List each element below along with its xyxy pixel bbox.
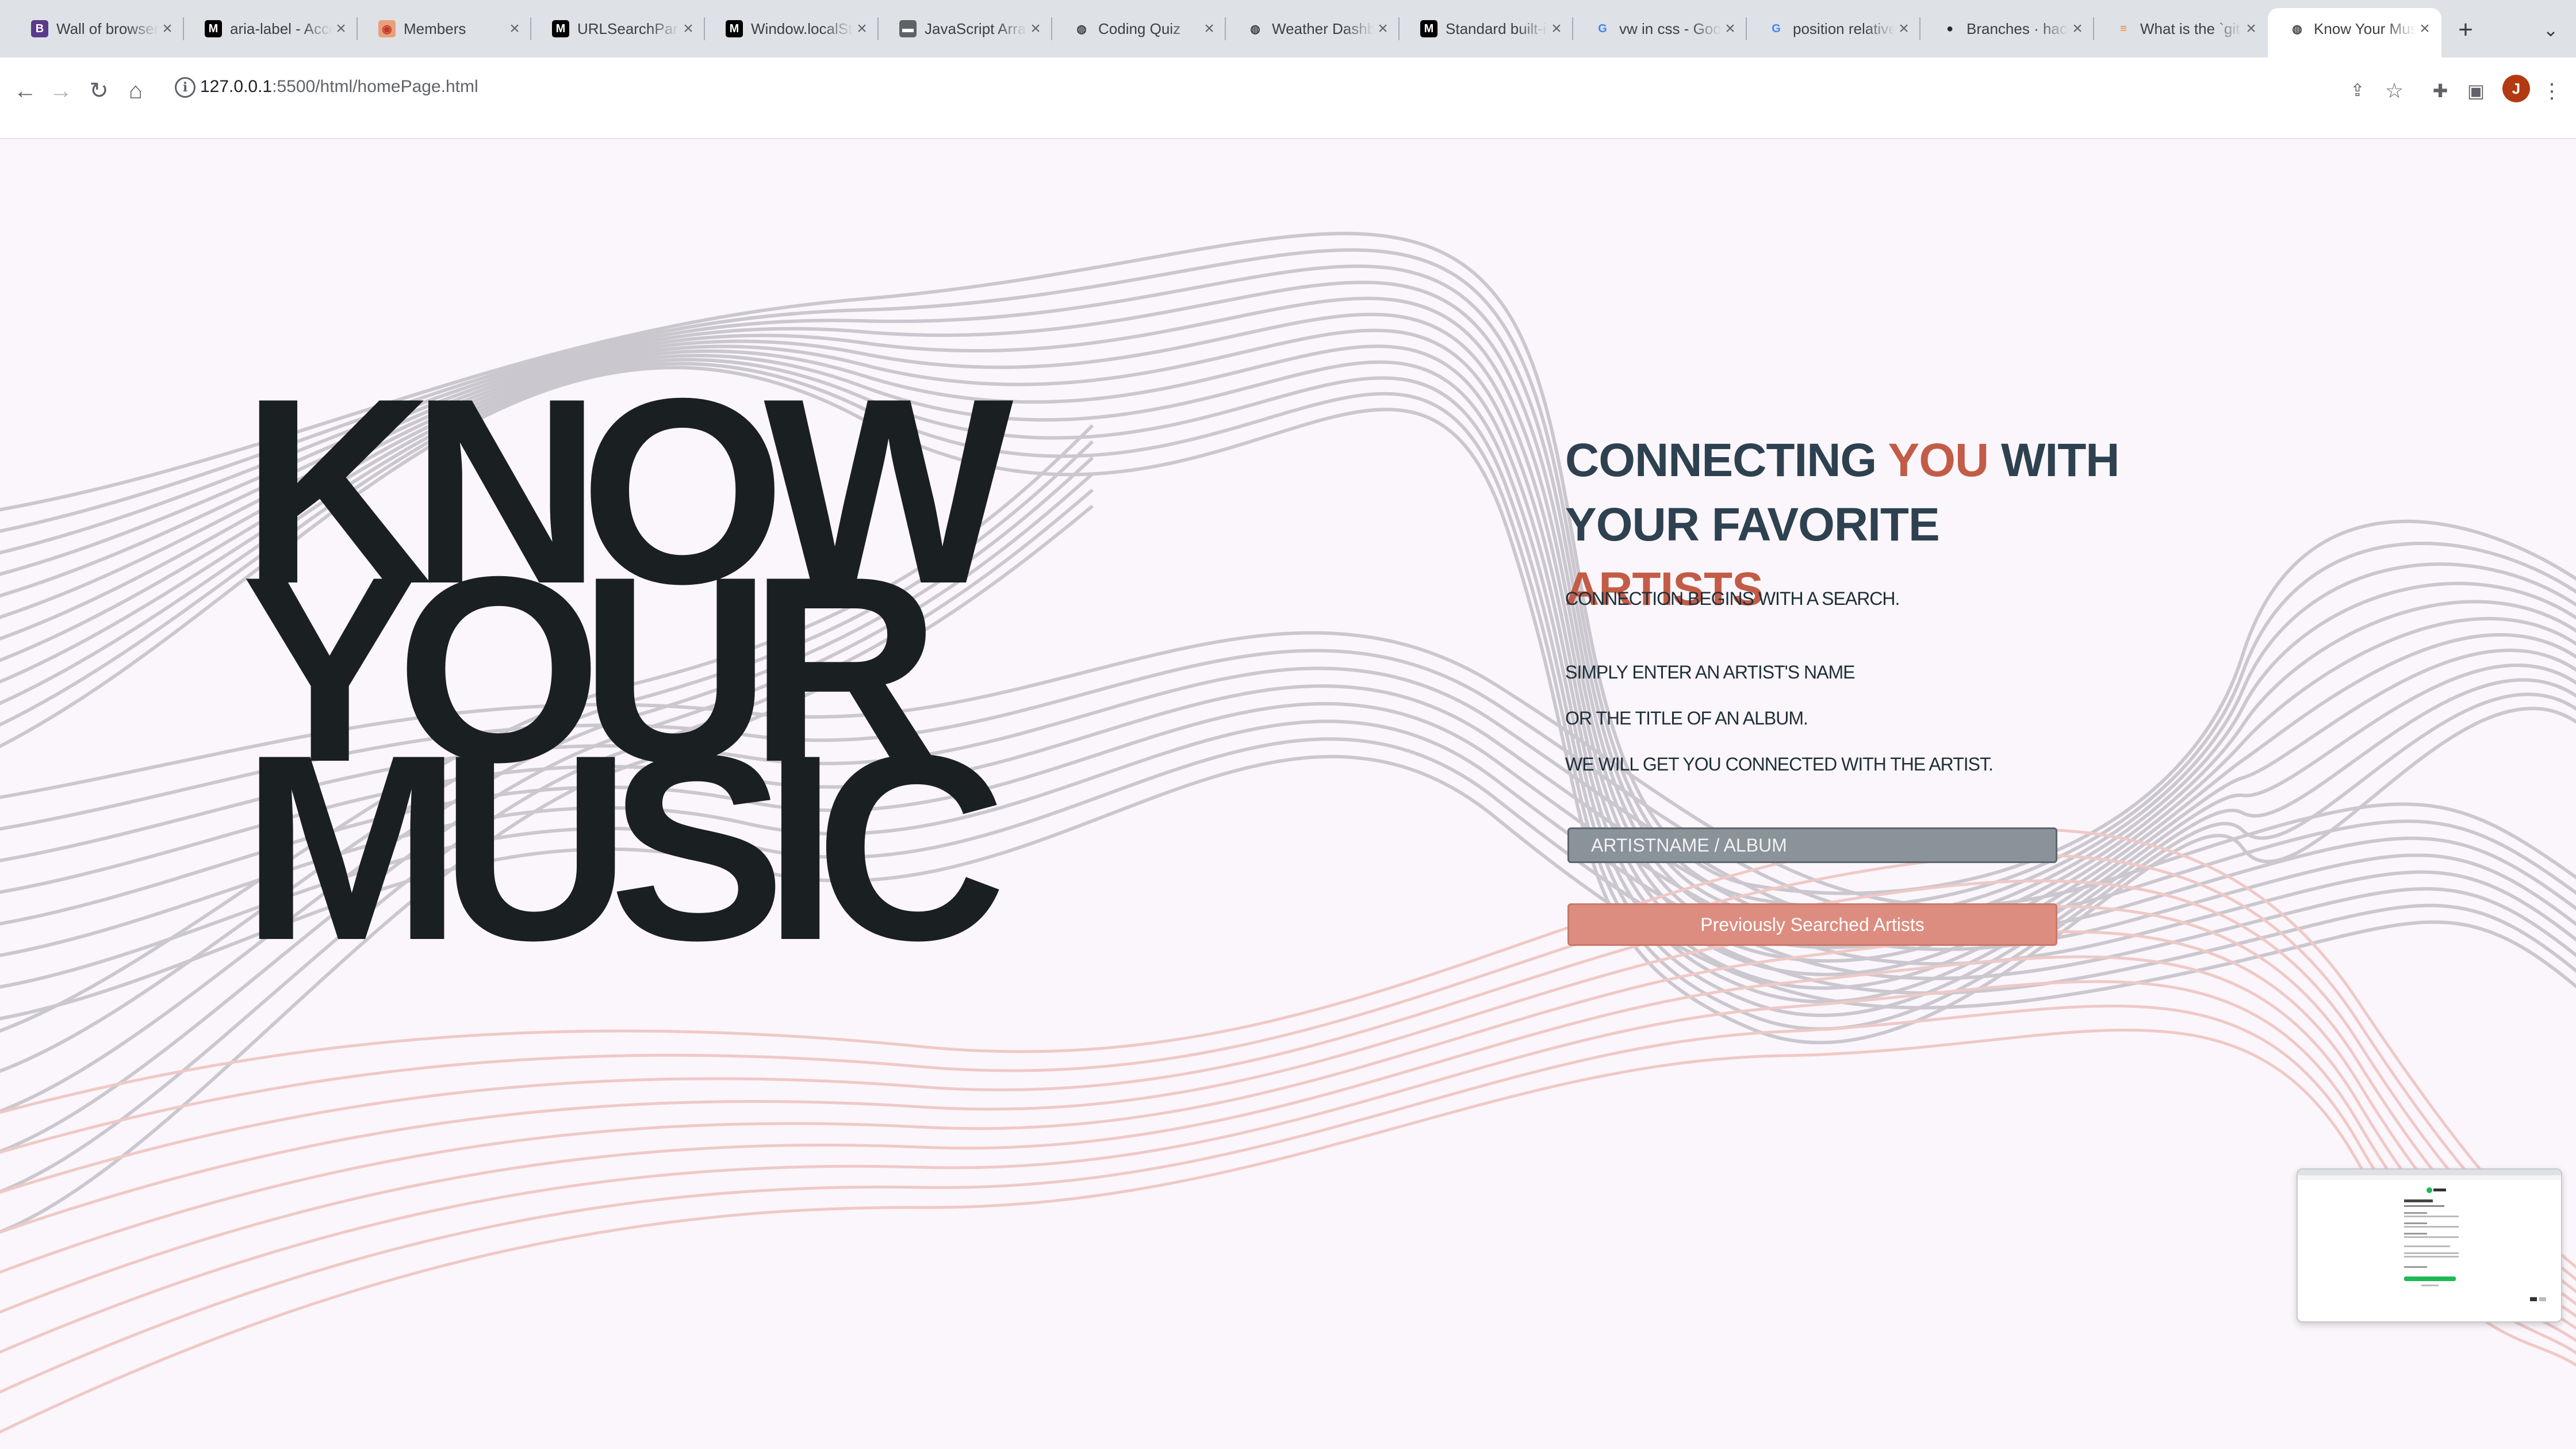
palette-icon: ◉ [378, 20, 396, 37]
previously-searched-artists-button[interactable]: Previously Searched Artists [1567, 903, 2057, 946]
browser-tab-title: What is the `git` [2140, 20, 2242, 37]
browser-tab[interactable]: M Window.localStorage× [705, 8, 879, 49]
globe-icon: ◍ [2292, 22, 2302, 36]
browser-tab-title: Coding Quiz [1098, 20, 1181, 37]
browser-tab-strip: BWall of browser bugs×Maria-label - Acce… [0, 0, 2576, 58]
browser-tab-title: Branches · hackathon [1966, 20, 2069, 37]
url-host: 127.0.0.1 [200, 77, 273, 96]
browser-tab[interactable]: ▬ JavaScript Array × [879, 8, 1052, 49]
reload-icon[interactable]: ↻ [82, 74, 116, 108]
info-icon[interactable]: i [175, 77, 195, 98]
profile-avatar[interactable]: J [2502, 75, 2530, 102]
browser-tab[interactable]: Gposition relative × [1747, 8, 1920, 49]
url-text[interactable]: 127.0.0.1:5500/html/homePage.html [200, 77, 478, 97]
browser-tab[interactable]: M URLSearchParams× [531, 8, 705, 49]
headline-line1-pre: CONNECTING [1565, 434, 1888, 486]
extensions-puzzle-icon[interactable]: ✚ [2423, 74, 2458, 108]
mdn-icon: M [726, 20, 743, 37]
close-tab-icon[interactable]: × [680, 20, 697, 37]
browser-tab-title: Window.localStorage [751, 20, 853, 37]
headline-accent-you: YOU [1888, 434, 1989, 486]
wave-line-pink [0, 980, 2576, 1354]
more-menu-icon[interactable]: ⋮ [2535, 74, 2569, 108]
browser-tab[interactable]: ◉ Members × [358, 8, 531, 49]
artist-album-search-input[interactable] [1567, 827, 2057, 863]
close-tab-icon[interactable]: × [853, 20, 871, 37]
github-icon: ● [1946, 22, 1954, 35]
browser-tab-title: aria-label - Accessibility [230, 20, 332, 37]
browser-tab[interactable]: ● Branches · hackathon× [1920, 8, 2094, 49]
globe-icon: ◍ [1076, 22, 1087, 36]
url-path: :5500/html/homePage.html [272, 77, 478, 96]
close-tab-icon[interactable]: × [332, 20, 350, 37]
close-tab-icon[interactable]: × [2069, 20, 2086, 37]
browser-tab[interactable]: ◍ Weather Dashboard× [1226, 8, 1400, 49]
close-tab-icon[interactable]: × [1374, 20, 1392, 37]
back-arrow-icon[interactable]: ← [8, 74, 43, 108]
browser-tab[interactable]: Gvw in css - Google Search× [1573, 8, 1747, 49]
folder-icon: ▬ [899, 20, 917, 37]
bookmark-star-icon[interactable]: ☆ [2377, 74, 2412, 108]
preview-thumbnail-image [2298, 1170, 2561, 1301]
browser-tab-title: Members [404, 20, 466, 37]
headline-line1-post: WITH [1988, 434, 2120, 486]
instruction-line-2: OR THE TITLE OF AN ALBUM. [1565, 708, 1808, 729]
stackoverflow-icon: ≡ [2120, 22, 2127, 35]
address-bar[interactable]: i 127.0.0.1:5500/html/homePage.html [164, 67, 2349, 108]
browser-tab-title: Standard built-in objects [1446, 20, 1548, 37]
google-icon: G [1598, 22, 1607, 35]
hero-line-3: MUSIC [241, 700, 1006, 995]
browser-tab[interactable]: ◍ Know Your Music× [2268, 8, 2441, 57]
browser-tab[interactable]: B Wall of browser bugs× [10, 8, 184, 49]
close-tab-icon[interactable]: × [2242, 20, 2260, 37]
close-tab-icon[interactable]: × [1027, 20, 1044, 37]
close-tab-icon[interactable]: × [506, 20, 523, 37]
browser-tab-title: Know Your Music [2314, 20, 2416, 37]
browser-tab-title: URLSearchParams [577, 20, 680, 37]
side-panel-icon[interactable]: ▣ [2459, 74, 2493, 108]
instruction-line-1: SIMPLY ENTER AN ARTIST'S NAME [1565, 662, 1855, 683]
forward-arrow-icon[interactable]: → [44, 74, 78, 108]
wave-line-pink [0, 1028, 2576, 1434]
hero-title: KNOW YOUR MUSIC [241, 359, 1046, 995]
browser-tab-title: Weather Dashboard [1272, 20, 1374, 37]
tab-search-chevron-icon[interactable]: ⌄ [2535, 14, 2567, 46]
browser-tab[interactable]: Maria-label - Accessibility× [184, 8, 358, 49]
share-icon[interactable]: ⇪ [2340, 74, 2375, 108]
bootstrap-icon: B [31, 20, 48, 37]
instruction-line-3: WE WILL GET YOU CONNECTED WITH THE ARTIS… [1565, 754, 1994, 775]
headline-line2-pre: YOUR FAVORITE [1565, 499, 1940, 551]
browser-tab-title: position relative [1793, 20, 1895, 37]
browser-tab-title: vw in css - Google Search [1619, 20, 1722, 37]
browser-tab[interactable]: M Standard built-in objects× [1400, 8, 1573, 49]
wave-line-pink [0, 1005, 2576, 1394]
google-icon: G [1772, 22, 1781, 35]
home-icon[interactable]: ⌂ [118, 74, 153, 108]
browser-toolbar: ← → ↻ ⌂ i 127.0.0.1:5500/html/homePage.h… [0, 57, 2576, 139]
mdn-icon: M [1420, 20, 1438, 37]
search-panel: CONNECTING YOU WITH YOUR FAVORITE ARTIST… [1565, 428, 2140, 946]
close-tab-icon[interactable]: × [2416, 20, 2433, 37]
browser-tab-title: JavaScript Array [925, 20, 1027, 37]
mdn-icon: M [552, 20, 569, 37]
close-tab-icon[interactable]: × [159, 20, 176, 37]
mdn-icon: M [205, 20, 222, 37]
browser-tab[interactable]: ◍ Coding Quiz × [1052, 8, 1226, 49]
browser-tab-title: Wall of browser bugs [56, 20, 159, 37]
close-tab-icon[interactable]: × [1895, 20, 1912, 37]
browser-tab[interactable]: ≡ What is the `git` × [2094, 8, 2268, 49]
intro-text: CONNECTION BEGINS WITH A SEARCH. [1565, 588, 1900, 609]
close-tab-icon[interactable]: × [1722, 20, 1739, 37]
picture-in-picture-preview[interactable] [2297, 1168, 2562, 1322]
new-tab-button[interactable]: + [2450, 14, 2482, 46]
close-tab-icon[interactable]: × [1548, 20, 1565, 37]
close-tab-icon[interactable]: × [1201, 20, 1218, 37]
globe-icon: ◍ [1250, 22, 1260, 36]
